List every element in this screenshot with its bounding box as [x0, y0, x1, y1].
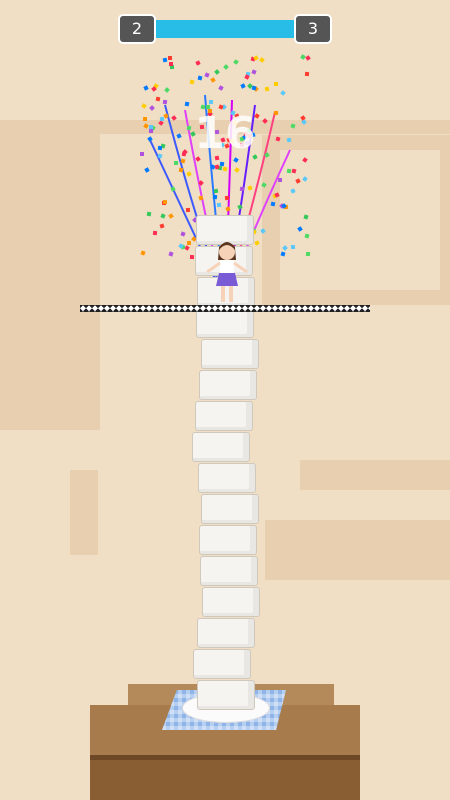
confetti-piece [168, 55, 173, 60]
table-front [90, 760, 360, 800]
tower-block [196, 308, 254, 338]
confetti-piece [208, 99, 213, 104]
tower-block [200, 556, 258, 586]
confetti-piece [225, 206, 231, 212]
confetti-piece [189, 79, 195, 85]
tower-block [199, 525, 257, 555]
girl-character-icon [206, 242, 248, 302]
confetti-piece [162, 99, 168, 105]
confetti-piece [162, 57, 168, 62]
confetti-piece [198, 195, 204, 201]
confetti-piece [168, 62, 173, 67]
confetti-piece [197, 75, 203, 81]
tower-block [193, 649, 251, 679]
tower-block [199, 370, 257, 400]
score-counter: 16 [194, 108, 256, 159]
tower-block [201, 339, 259, 369]
confetti-piece [290, 244, 295, 249]
confetti-piece [213, 188, 218, 194]
confetti-piece [173, 160, 179, 165]
confetti-piece [219, 161, 225, 167]
confetti-piece [162, 199, 167, 204]
confetti-piece [305, 71, 310, 76]
tower-block [197, 680, 255, 710]
confetti-piece [274, 82, 279, 87]
confetti-piece [189, 254, 195, 259]
confetti-piece [140, 250, 146, 256]
tower-block [202, 587, 260, 617]
confetti-piece [305, 251, 311, 256]
confetti-piece [239, 186, 244, 192]
confetti-piece [212, 194, 218, 200]
tower-block [197, 618, 255, 648]
tower-block [201, 494, 259, 524]
confetti-piece [286, 168, 292, 174]
confetti-piece [224, 195, 229, 200]
confetti-piece [152, 231, 158, 236]
tower-block [195, 401, 253, 431]
confetti-piece [186, 240, 191, 246]
confetti-piece [216, 202, 221, 207]
tower-block [192, 432, 250, 462]
confetti-piece [304, 233, 310, 239]
confetti-piece [185, 208, 191, 213]
confetti-piece [291, 168, 297, 174]
tower-block [198, 463, 256, 493]
confetti-piece [178, 167, 183, 173]
confetti-piece [179, 231, 186, 237]
